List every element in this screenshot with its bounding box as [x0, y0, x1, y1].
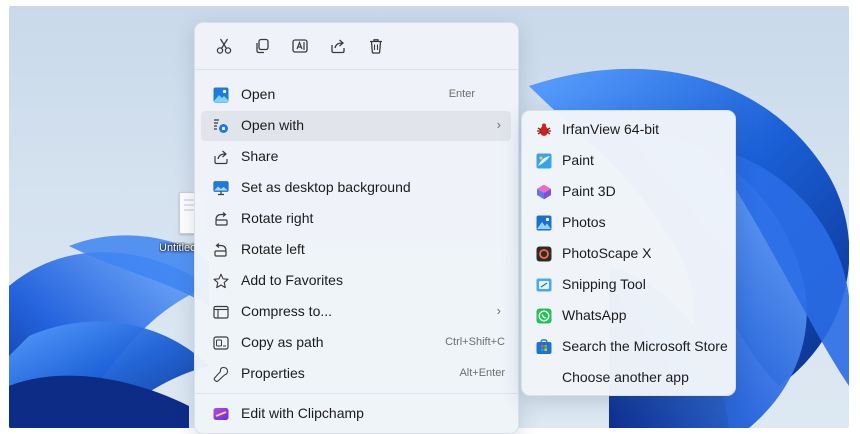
- submenu-item-label: WhatsApp: [562, 307, 627, 323]
- menu-item-rotate-left[interactable]: Rotate left: [201, 235, 511, 265]
- menu-item-edit-with-clipchamp[interactable]: Edit with Clipchamp: [201, 399, 511, 429]
- photos-icon: [536, 215, 552, 231]
- share-icon: [213, 149, 229, 165]
- menu-item-label: Copy as path: [241, 334, 324, 350]
- whatsapp-icon: [536, 308, 552, 324]
- cut-button[interactable]: [211, 33, 237, 59]
- open-with-submenu: IrfanView 64-bit Paint Paint 3D Photos P…: [521, 110, 736, 396]
- submenu-item-snipping-tool[interactable]: Snipping Tool: [528, 270, 729, 300]
- menu-item-label: Edit with Clipchamp: [241, 405, 364, 421]
- menu-item-rotate-right[interactable]: Rotate right: [201, 204, 511, 234]
- submenu-item-irfanview[interactable]: IrfanView 64-bit: [528, 115, 729, 145]
- submenu-item-paint-3d[interactable]: Paint 3D: [528, 177, 729, 207]
- submenu-item-label: Paint 3D: [562, 183, 616, 199]
- menu-item-properties[interactable]: Properties Alt+Enter: [201, 359, 511, 389]
- submenu-item-label: Snipping Tool: [562, 276, 646, 292]
- menu-item-label: Open: [241, 86, 276, 102]
- context-menu: Open Enter Open with › Share Set as desk…: [194, 22, 519, 434]
- paint3d-icon: [536, 184, 552, 200]
- rename-icon: [292, 39, 308, 53]
- chevron-right-icon: ›: [496, 303, 501, 318]
- scissors-icon: [216, 38, 232, 54]
- menu-item-copy-as-path[interactable]: Copy as path Ctrl+Shift+C: [201, 328, 511, 358]
- submenu-item-label: PhotoScape X: [562, 245, 652, 261]
- menu-item-open-with[interactable]: Open with ›: [201, 111, 511, 141]
- desktop-background-icon: [213, 180, 229, 196]
- chevron-right-icon: ›: [496, 117, 501, 132]
- clipchamp-icon: [213, 406, 229, 422]
- copy-icon: [256, 38, 269, 54]
- rotate-left-icon: [213, 242, 229, 258]
- share-icon: [331, 39, 345, 54]
- menu-item-share[interactable]: Share: [201, 142, 511, 172]
- menu-item-shortcut: Enter: [448, 88, 475, 100]
- star-icon: [213, 273, 229, 289]
- zip-folder-icon: [213, 304, 229, 320]
- menu-item-open[interactable]: Open Enter: [201, 80, 511, 110]
- submenu-item-whatsapp[interactable]: WhatsApp: [528, 301, 729, 331]
- submenu-item-label: Search the Microsoft Store: [562, 338, 728, 354]
- delete-button[interactable]: [363, 33, 389, 59]
- submenu-item-photos[interactable]: Photos: [528, 208, 729, 238]
- submenu-item-search-microsoft-store[interactable]: Search the Microsoft Store: [528, 332, 729, 362]
- menu-item-label: Set as desktop background: [241, 179, 411, 195]
- menu-separator: [195, 69, 518, 70]
- menu-item-label: Compress to...: [241, 303, 333, 319]
- microsoft-store-icon: [536, 339, 552, 355]
- submenu-item-label: Choose another app: [562, 369, 689, 385]
- menu-item-compress-to[interactable]: Compress to... ›: [201, 297, 511, 327]
- open-with-icon: [213, 118, 229, 134]
- menu-item-shortcut: Ctrl+Shift+C: [445, 336, 505, 348]
- menu-item-set-desktop-background[interactable]: Set as desktop background: [201, 173, 511, 203]
- menu-item-label: Add to Favorites: [241, 272, 343, 288]
- snipping-tool-icon: [536, 277, 552, 293]
- menu-separator: [195, 393, 518, 394]
- menu-item-label: Rotate right: [241, 210, 314, 226]
- copy-button[interactable]: [249, 33, 275, 59]
- photoscape-icon: [536, 246, 552, 262]
- menu-item-label: Share: [241, 148, 279, 164]
- submenu-item-photoscape-x[interactable]: PhotoScape X: [528, 239, 729, 269]
- trash-icon: [370, 39, 382, 54]
- menu-item-add-to-favorites[interactable]: Add to Favorites: [201, 266, 511, 296]
- share-button[interactable]: [325, 33, 351, 59]
- wrench-icon: [213, 366, 229, 382]
- menu-item-label: Open with: [241, 117, 305, 133]
- submenu-item-label: Paint: [562, 152, 594, 168]
- menu-item-label: Rotate left: [241, 241, 305, 257]
- submenu-item-label: Photos: [562, 214, 606, 230]
- submenu-item-paint[interactable]: Paint: [528, 146, 729, 176]
- submenu-item-choose-another-app[interactable]: Choose another app: [528, 363, 729, 393]
- rename-button[interactable]: [287, 33, 313, 59]
- image-icon: [213, 87, 229, 103]
- submenu-item-label: IrfanView 64-bit: [562, 121, 660, 137]
- menu-item-label: Properties: [241, 365, 305, 381]
- copy-path-icon: [213, 335, 229, 351]
- irfanview-icon: [536, 122, 552, 138]
- paint-icon: [536, 153, 552, 169]
- menu-item-shortcut: Alt+Enter: [459, 367, 505, 379]
- rotate-right-icon: [213, 211, 229, 227]
